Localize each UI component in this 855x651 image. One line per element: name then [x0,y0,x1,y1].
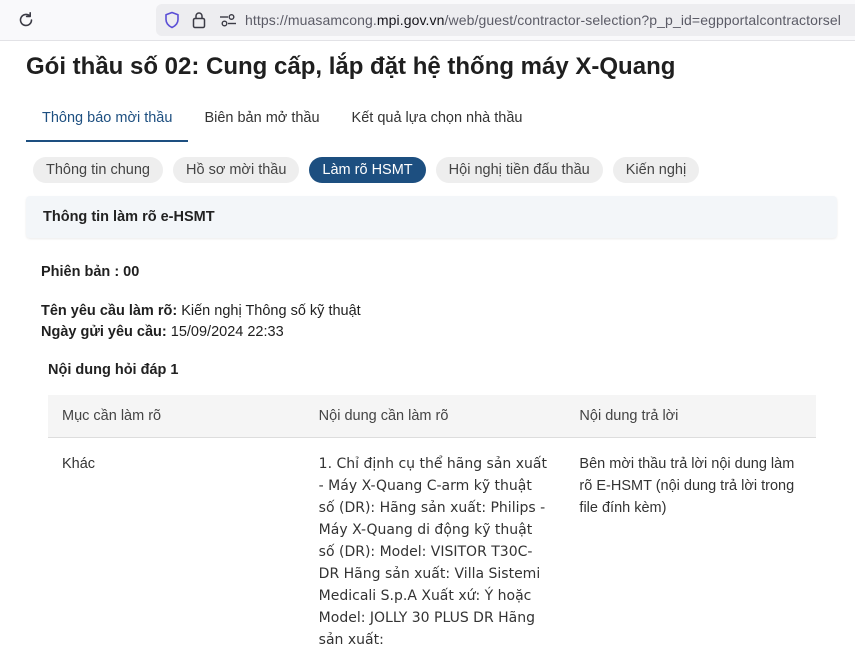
subtab-ho-so-moi-thau[interactable]: Hồ sơ mời thầu [173,157,299,183]
url-text[interactable]: https://muasamcong.mpi.gov.vn/web/guest/… [245,12,841,28]
tab-bien-ban-mo-thau[interactable]: Biên bản mở thầu [188,100,335,142]
send-date-value: 15/09/2024 22:33 [171,324,284,340]
tracking-protection-shield-icon[interactable] [164,11,180,29]
cell-question: 1. Chỉ định cụ thể hãng sản xuất - Máy X… [305,438,566,651]
tab-ket-qua-lua-chon[interactable]: Kết quả lựa chọn nhà thầu [336,100,539,142]
table-header-row: Mục cần làm rõ Nội dung cần làm rõ Nội d… [48,395,816,438]
browser-toolbar: https://muasamcong.mpi.gov.vn/web/guest/… [0,0,855,41]
version-text: Phiên bản : 00 [41,264,139,280]
subtab-lam-ro-hsmt[interactable]: Làm rõ HSMT [309,157,425,183]
subtab-kien-nghi[interactable]: Kiến nghị [613,157,699,183]
cell-item: Khác [48,438,305,651]
header-noi-dung-tra-loi: Nội dung trả lời [565,395,816,438]
qa-title: Nội dung hỏi đáp 1 [48,362,179,378]
cell-answer: Bên mời thầu trả lời nội dung làm rõ E-H… [565,438,816,651]
subtab-hoi-nghi-tien-dau-thau[interactable]: Hội nghị tiền đấu thầu [436,157,603,183]
request-name-label: Tên yêu cầu làm rõ: [41,303,177,319]
url-prefix: https://muasamcong. [245,12,377,28]
page-title: Gói thầu số 02: Cung cấp, lắp đặt hệ thố… [26,52,675,82]
table-row: Khác 1. Chỉ định cụ thể hãng sản xuất - … [48,438,816,651]
subtab-thong-tin-chung[interactable]: Thông tin chung [33,157,163,183]
qa-table: Mục cần làm rõ Nội dung cần làm rõ Nội d… [48,395,816,651]
tab-thong-bao-moi-thau[interactable]: Thông báo mời thầu [26,100,188,142]
section-header: Thông tin làm rõ e-HSMT [26,196,837,238]
version-field: Phiên bản : 00 [41,264,139,280]
url-suffix: /web/guest/contractor-selection?p_p_id=e… [445,12,841,28]
request-name-value: Kiến nghị Thông số kỹ thuật [181,303,361,319]
section-title: Thông tin làm rõ e-HSMT [43,209,215,225]
lock-icon[interactable] [192,11,206,29]
permissions-icon[interactable] [219,13,237,27]
sub-tabs: Thông tin chung Hồ sơ mời thầu Làm rõ HS… [33,157,699,183]
reload-icon[interactable] [16,10,36,30]
url-domain: mpi.gov.vn [377,12,445,28]
header-noi-dung-can-lam-ro: Nội dung cần làm rõ [305,395,566,438]
send-date-field: Ngày gửi yêu cầu: 15/09/2024 22:33 [41,324,284,340]
request-name-field: Tên yêu cầu làm rõ: Kiến nghị Thông số k… [41,303,361,319]
send-date-label: Ngày gửi yêu cầu: [41,324,167,340]
header-muc-can-lam-ro: Mục cần làm rõ [48,395,305,438]
main-tabs: Thông báo mời thầu Biên bản mở thầu Kết … [26,100,826,142]
